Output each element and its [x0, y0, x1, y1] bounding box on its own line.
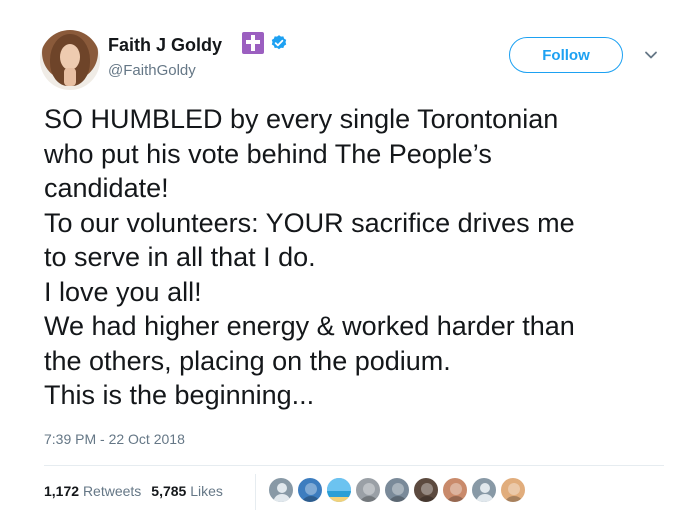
divider: [44, 465, 664, 466]
user-handle[interactable]: @FaithGoldy: [108, 62, 196, 80]
tweet-line: who put his vote behind The People’s: [44, 138, 492, 169]
tweet-line: This is the beginning...: [44, 380, 315, 410]
tweet-card: Faith J Goldy @FaithGoldy Follow SO HUMB…: [0, 0, 700, 522]
tweet-line: the others, placing on the podium.: [44, 345, 451, 376]
liker-avatar-1[interactable]: [268, 477, 294, 503]
verified-icon: [271, 35, 287, 50]
cross-icon: [242, 32, 264, 54]
stats-divider: [255, 474, 256, 510]
liker-avatar-7[interactable]: [442, 477, 468, 503]
tweet-line: to serve in all that I do.: [44, 242, 316, 272]
likes-count: 5,785: [151, 483, 187, 499]
liker-avatar-6[interactable]: [413, 477, 439, 503]
follow-button[interactable]: Follow: [509, 37, 623, 73]
tweet-text: SO HUMBLED by every single Torontonian w…: [44, 102, 684, 413]
tweet-line: We had higher energy & worked harder tha…: [44, 311, 575, 341]
retweets-count: 1,172: [44, 483, 80, 499]
tweet-line: SO HUMBLED by every single Torontonian: [44, 104, 559, 134]
tweet-line: To our volunteers: YOUR sacrifice drives…: [44, 207, 575, 238]
liker-avatar-8[interactable]: [471, 477, 497, 503]
likes-label: Likes: [190, 483, 223, 499]
liker-avatar-3[interactable]: [326, 477, 352, 503]
liker-avatar-5[interactable]: [384, 477, 410, 503]
liker-avatar-9[interactable]: [500, 477, 526, 503]
liker-avatar-2[interactable]: [297, 477, 323, 503]
timestamp[interactable]: 7:39 PM - 22 Oct 2018: [44, 431, 185, 447]
retweets-stat[interactable]: 1,172 Retweets: [44, 483, 141, 499]
avatar[interactable]: [40, 30, 100, 90]
chevron-down-icon[interactable]: [644, 48, 658, 62]
tweet-line: I love you all!: [44, 276, 202, 307]
tweet-line: candidate!: [44, 173, 169, 203]
tweet-stats: 1,172 Retweets 5,785 Likes: [44, 483, 223, 499]
retweets-label: Retweets: [82, 483, 142, 499]
user-name[interactable]: Faith J Goldy: [108, 34, 222, 56]
liker-avatar-4[interactable]: [355, 477, 381, 503]
likes-stat[interactable]: 5,785 Likes: [151, 483, 223, 499]
